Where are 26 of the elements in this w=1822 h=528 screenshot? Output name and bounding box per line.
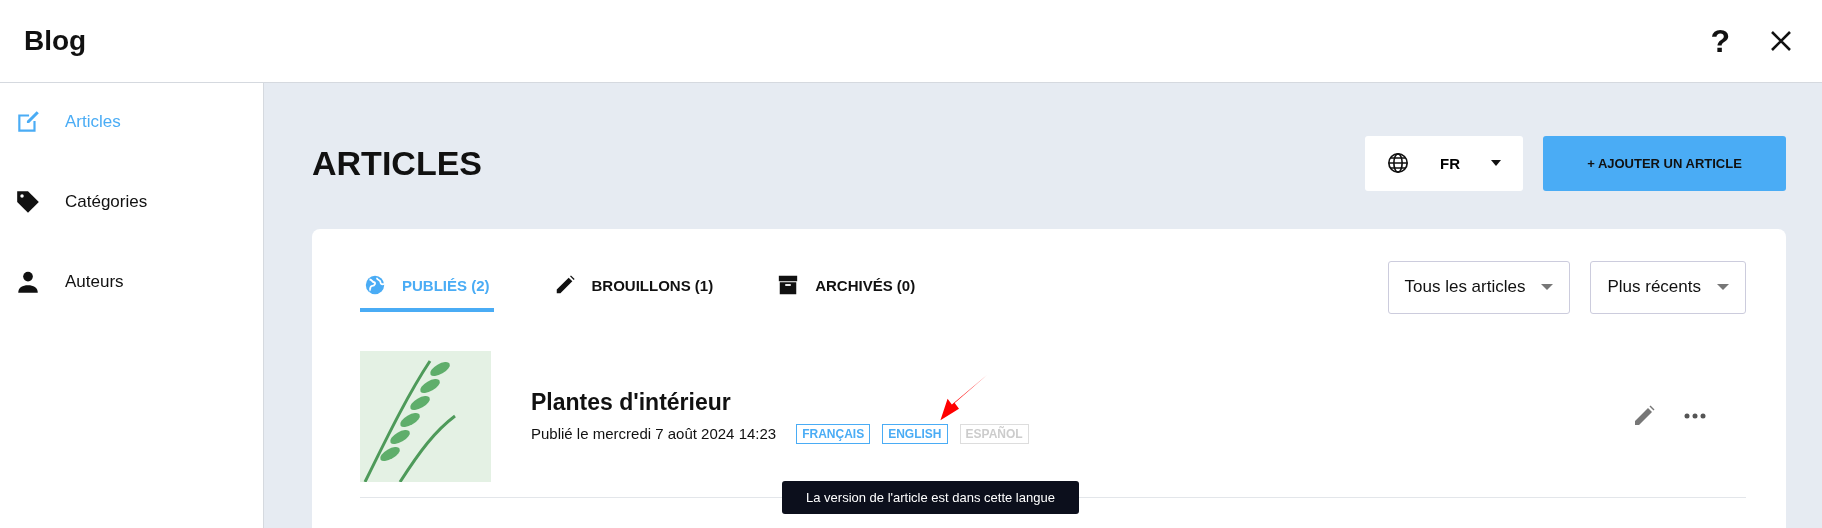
page-title: ARTICLES bbox=[312, 142, 482, 183]
person-icon bbox=[15, 269, 41, 295]
filter-dropdown[interactable]: Tous les articles bbox=[1387, 260, 1571, 314]
globe-icon bbox=[364, 274, 386, 296]
caret-icon bbox=[1491, 160, 1501, 166]
help-button[interactable]: ? bbox=[1710, 22, 1730, 60]
tag-icon bbox=[15, 189, 41, 215]
tab[interactable]: ARCHIVÉS (0) bbox=[773, 266, 920, 312]
caret-icon bbox=[1541, 284, 1554, 290]
article-title[interactable]: Plantes d'intérieur bbox=[531, 388, 1632, 416]
globe-icon bbox=[1387, 152, 1409, 174]
sidebar-item[interactable]: Catégories bbox=[0, 189, 263, 215]
add-article-button[interactable]: + AJOUTER UN ARTICLE bbox=[1543, 135, 1786, 191]
edit-icon bbox=[15, 109, 41, 135]
close-icon[interactable] bbox=[1770, 30, 1792, 52]
more-icon[interactable] bbox=[1684, 413, 1706, 419]
sidebar-item[interactable]: Auteurs bbox=[0, 269, 263, 295]
language-dropdown[interactable]: FR bbox=[1365, 135, 1523, 191]
filter-dropdown[interactable]: Plus récents bbox=[1590, 260, 1746, 314]
publish-date: Publié le mercredi 7 août 2024 14:23 bbox=[531, 425, 777, 442]
caret-icon bbox=[1717, 284, 1729, 290]
app-title: Blog bbox=[24, 25, 87, 57]
tooltip: La version de l'article est dans cette langue bbox=[782, 480, 1079, 514]
pencil-icon[interactable] bbox=[1632, 404, 1656, 428]
archive-icon bbox=[777, 274, 800, 296]
tab[interactable]: BROUILLONS (1) bbox=[549, 266, 718, 312]
